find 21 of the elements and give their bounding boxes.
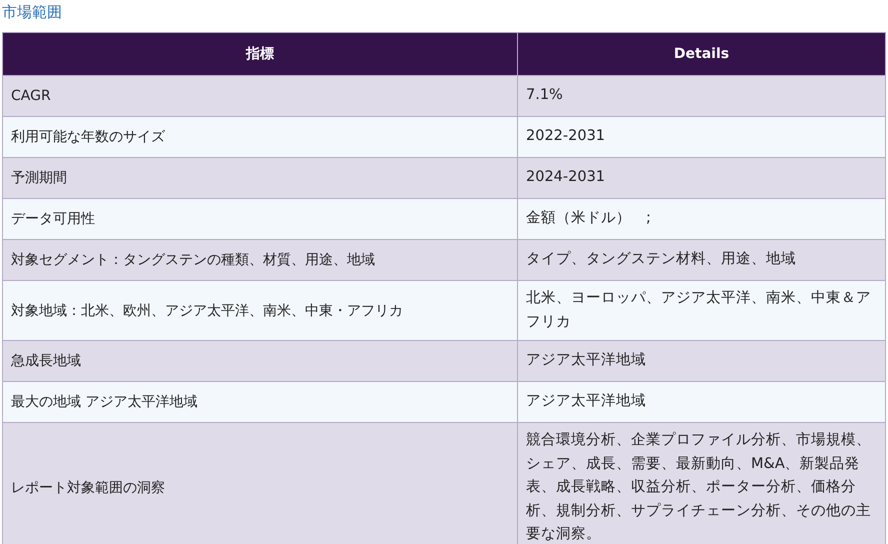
table-cell: レポート対象範囲の洞察 (2, 422, 518, 544)
table-cell: 北米、ヨーロッパ、アジア太平洋、南米、中東＆アフリカ (518, 280, 886, 340)
table-cell: 2024-2031 (518, 158, 886, 198)
column-header: Details (518, 32, 886, 76)
table-cell: タイプ、タングステン材料、用途、地域 (518, 240, 886, 280)
table-cell: 2022-2031 (518, 116, 886, 158)
table-cell: 対象地域：北米、欧州、アジア太平洋、南米、中東・アフリカ (2, 280, 518, 340)
table-cell: 競合環境分析、企業プロファイル分析、市場規模、シェア、成長、需要、最新動向、M&A、新製品発表、成長戦略、収益分析、ポーター分析、価格分析、規制分析、サプライチェーン分析、その他の主要な洞察。 (518, 422, 886, 544)
table-cell: アジア太平洋地域 (518, 382, 886, 422)
table-cell: 最大の地域 アジア太平洋地域 (2, 382, 518, 422)
table-cell: CAGR (2, 76, 518, 116)
table-cell: 予測期間 (2, 158, 518, 198)
table-cell: 金額（米ドル） ; (518, 198, 886, 240)
table-cell: アジア太平洋地域 (518, 340, 886, 382)
table-cell: 急成長地域 (2, 340, 518, 382)
table-cell: 対象セグメント：タングステンの種類、材質、用途、地域 (2, 240, 518, 280)
table-cell: 7.1% (518, 76, 886, 116)
section-heading: 市場範囲 (2, 2, 63, 23)
column-header: 指標 (2, 32, 518, 76)
table-cell: データ可用性 (2, 198, 518, 240)
table-cell: 利用可能な年数のサイズ (2, 116, 518, 158)
